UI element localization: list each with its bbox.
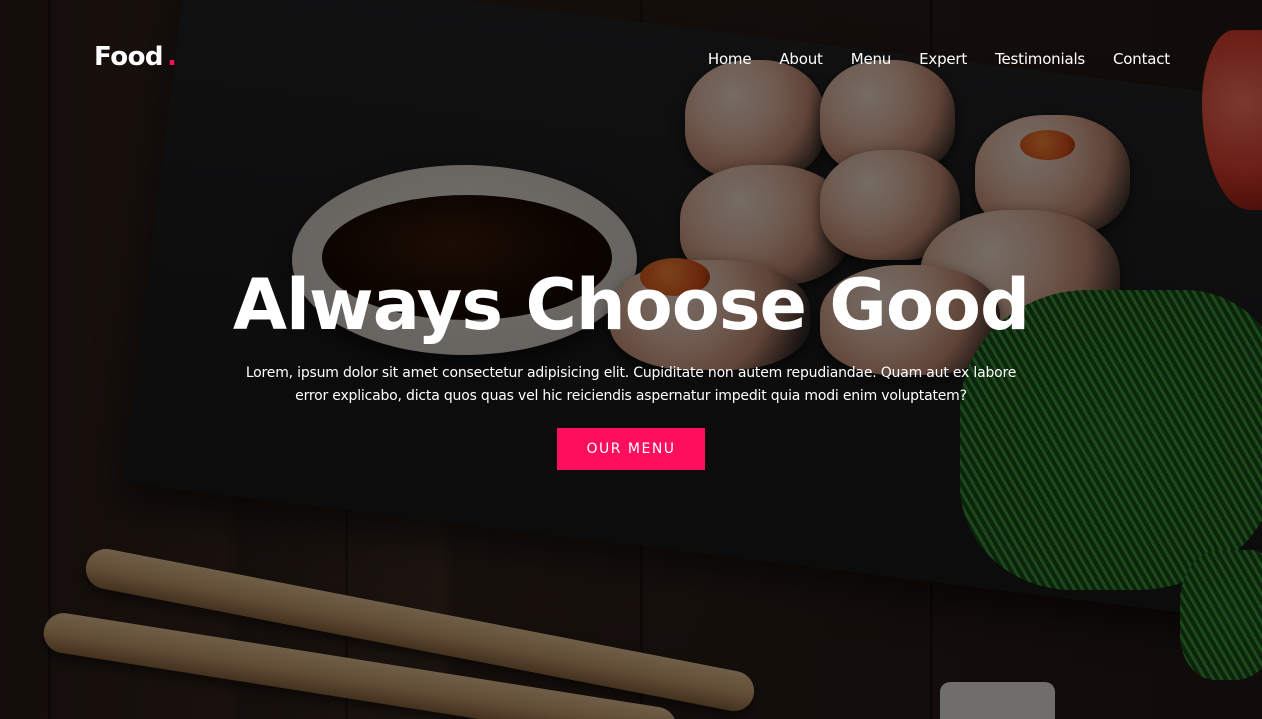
hero-content: Always Choose Good Lorem, ipsum dolor si…: [0, 262, 1262, 470]
nav-link-contact[interactable]: Contact: [1113, 50, 1170, 68]
main-nav: Home About Menu Expert Testimonials Cont…: [708, 50, 1170, 68]
nav-link-testimonials[interactable]: Testimonials: [995, 50, 1085, 68]
site-header: Food. Home About Menu Expert Testimonial…: [0, 0, 1262, 120]
nav-link-home[interactable]: Home: [708, 50, 752, 68]
hero-description: Lorem, ipsum dolor sit amet consectetur …: [245, 365, 1017, 404]
our-menu-button[interactable]: OUR MENU: [557, 428, 705, 470]
hero-section: Food. Home About Menu Expert Testimonial…: [0, 0, 1262, 719]
nav-link-about[interactable]: About: [779, 50, 823, 68]
nav-link-menu[interactable]: Menu: [851, 50, 892, 68]
site-logo[interactable]: Food.: [94, 42, 177, 72]
nav-link-expert[interactable]: Expert: [919, 50, 967, 68]
logo-text: Food: [94, 42, 164, 72]
hero-headline: Always Choose Good: [232, 264, 1030, 346]
logo-dot: .: [167, 42, 177, 72]
